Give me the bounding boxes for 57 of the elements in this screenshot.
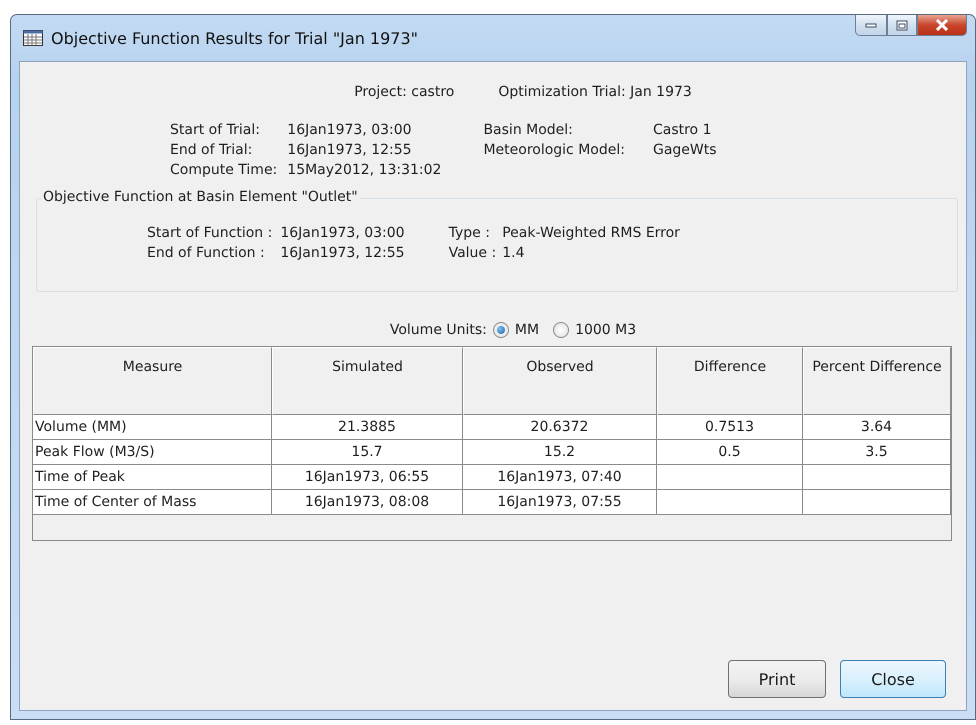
field-value: 16Jan1973, 03:00 [280,225,405,241]
field-value: 16Jan1973, 12:55 [280,245,405,261]
close-button[interactable] [917,15,967,36]
minimize-icon [865,22,877,28]
units-label: Volume Units: [390,322,487,338]
minimize-button[interactable] [855,15,887,36]
field-value: 1.4 [502,245,526,261]
print-button[interactable]: Print [728,660,826,698]
trial-label: Optimization Trial: Jan 1973 [498,84,692,100]
radio-option[interactable]: MM [492,322,540,338]
field-value: Castro 1 [652,122,712,138]
table-cell: 16Jan1973, 06:55 [272,465,463,490]
table-cell: 16Jan1973, 08:08 [272,490,463,515]
close-icon [935,19,949,31]
table-cell: Time of Center of Mass [33,490,272,515]
column-header[interactable]: Measure [33,347,272,415]
radio-option[interactable]: 1000 M3 [553,322,636,338]
maximize-button[interactable] [887,15,917,36]
table-cell: 15.2 [463,440,657,465]
table-cell: Volume (MM) [33,415,272,440]
field-label: Value : [448,245,496,261]
column-header[interactable]: Difference [657,347,803,415]
field-value: 15May2012, 13:31:02 [287,162,442,178]
table-cell: 21.3885 [272,415,463,440]
table-cell: 3.64 [803,415,951,440]
radio-button[interactable] [492,322,509,338]
table-cell: 15.7 [272,440,463,465]
field-label: End of Function : [147,245,266,261]
radio-button[interactable] [553,322,570,338]
table-icon [23,30,43,46]
project-label: Project: castro [354,84,454,100]
field-label: Compute Time: [170,162,278,178]
field-value: Peak-Weighted RMS Error [502,225,680,241]
close-dialog-button[interactable]: Close [840,660,946,698]
window-title: Objective Function Results for Trial "Jan 1973" [51,28,418,48]
column-header[interactable]: Observed [463,347,657,415]
field-label: Start of Trial: [170,122,261,138]
field-label: Meteorologic Model: [483,142,625,158]
table-cell: 16Jan1973, 07:40 [463,465,657,490]
field-label: End of Trial: [170,142,254,158]
field-label: Type : [448,225,491,241]
field-value: 16Jan1973, 03:00 [287,122,413,138]
table-cell: Peak Flow (M3/S) [33,440,272,465]
maximize-icon [896,20,908,30]
group-title: Objective Function at Basin Element "Outlet" [41,189,360,205]
table-cell: 0.7513 [657,415,803,440]
table-cell: 16Jan1973, 07:55 [463,490,657,515]
column-header[interactable]: Percent Difference [803,347,951,415]
field-label: Basin Model: [483,122,574,138]
table-cell: Time of Peak [33,465,272,490]
column-header[interactable]: Simulated [272,347,463,415]
field-label: Start of Function : [147,225,272,241]
field-value: GageWts [652,142,717,158]
table-cell: 3.5 [803,440,951,465]
table-cell: 20.6372 [463,415,657,440]
table-cell: 0.5 [657,440,803,465]
field-value: 16Jan1973, 12:55 [287,142,413,158]
